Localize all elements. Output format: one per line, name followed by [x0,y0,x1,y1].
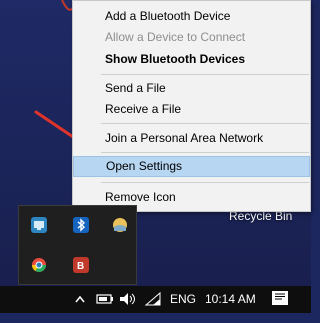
menu-item-join-pan[interactable]: Join a Personal Area Network [73,128,310,149]
volume-icon[interactable] [118,286,138,313]
menu-item-allow-connect: Allow a Device to Connect [105,30,246,44]
chevron-up-icon[interactable] [74,286,86,313]
network-tool-icon[interactable] [31,217,47,233]
menu-separator [101,74,309,75]
svg-text:B: B [77,261,84,272]
tray-overflow-popup: B [18,205,137,285]
clock[interactable]: 10:14 AM [205,286,256,313]
chrome-icon[interactable] [31,257,47,273]
menu-item-receive-file[interactable]: Receive a File [73,99,310,120]
menu-item-send-file[interactable]: Send a File [73,78,310,99]
menu-item-add-device[interactable]: Add a Bluetooth Device [73,6,310,27]
action-center-icon[interactable] [272,291,288,305]
power-battery-icon[interactable] [95,286,115,313]
bluetooth-context-menu: Add a Bluetooth Device Allow a Device to… [72,0,311,212]
menu-separator [101,182,309,183]
menu-separator [101,152,309,153]
language-indicator[interactable]: ENG [170,286,196,313]
antivirus-icon[interactable]: B [73,257,89,273]
wifi-icon[interactable] [143,286,163,313]
weather-icon[interactable] [112,217,128,233]
bluetooth-icon[interactable] [73,217,89,233]
taskbar: ENG 10:14 AM [0,286,311,313]
menu-separator [101,123,309,124]
menu-item-show-devices[interactable]: Show Bluetooth Devices [73,49,310,70]
menu-item-open-settings[interactable]: Open Settings [73,156,310,177]
